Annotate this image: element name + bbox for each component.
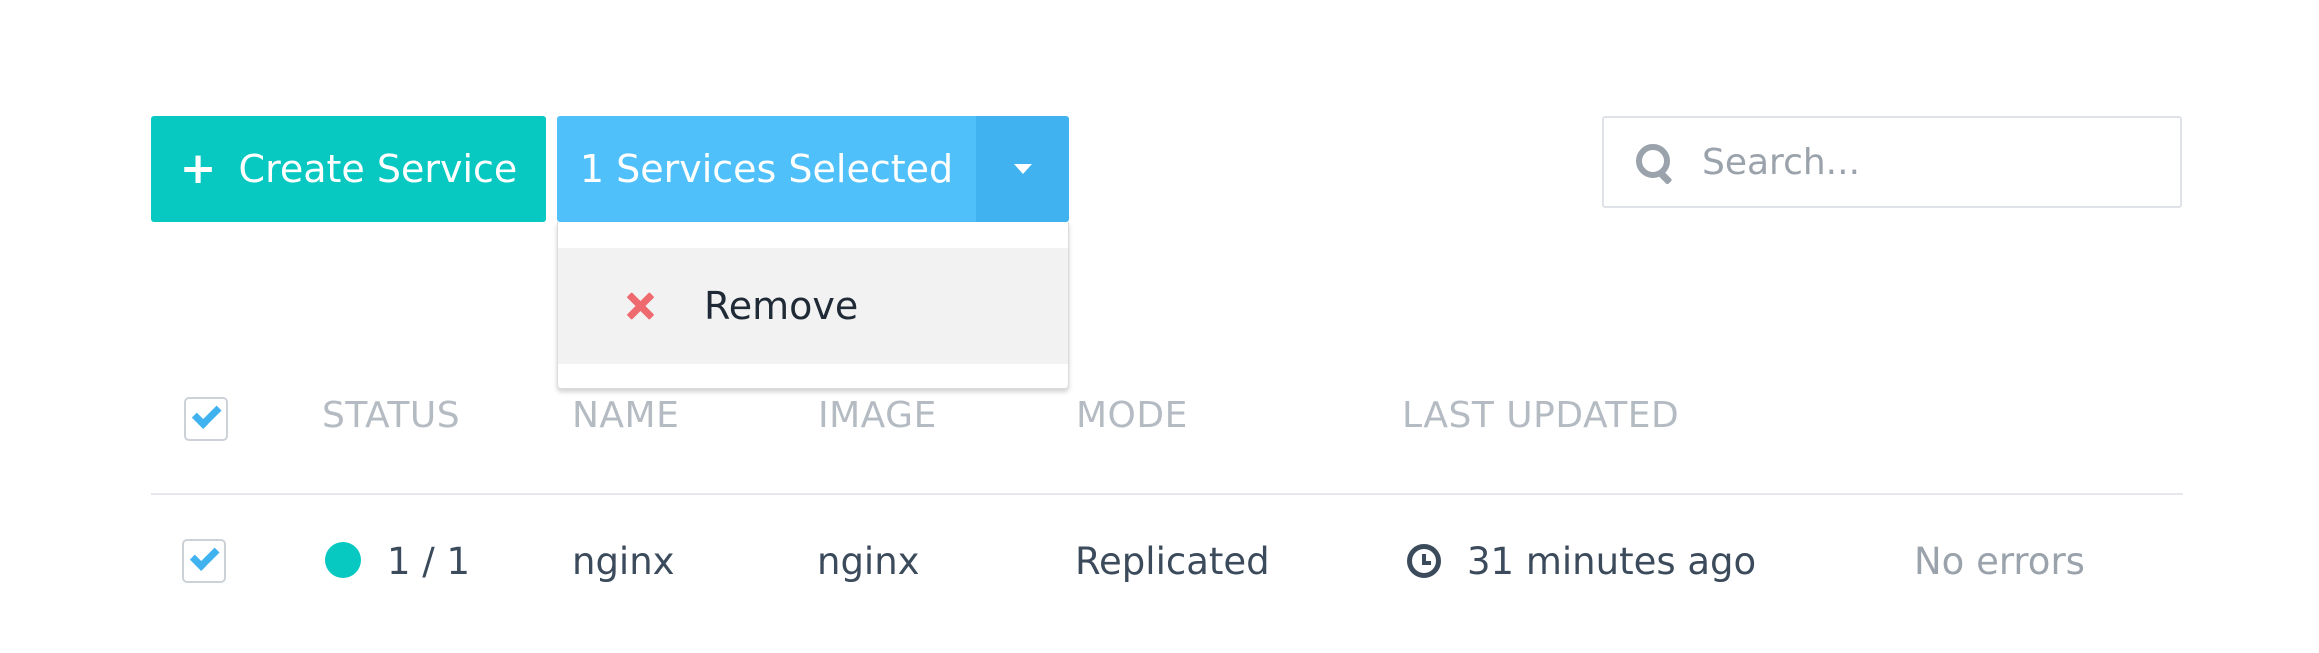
column-header-name[interactable]: NAME [572, 395, 679, 436]
services-selected-button[interactable]: 1 Services Selected [557, 116, 976, 222]
create-service-label: Create Service [238, 147, 518, 191]
search-input[interactable] [1700, 140, 2124, 184]
search-field [1602, 116, 2182, 208]
column-header-image[interactable]: IMAGE [818, 395, 937, 436]
service-image: nginx [817, 540, 920, 583]
selection-split-button: 1 Services Selected [557, 116, 1069, 222]
checkmark-icon [191, 399, 222, 429]
selection-dropdown-toggle[interactable] [976, 116, 1069, 222]
service-name-link[interactable]: nginx [572, 540, 675, 583]
clock-icon [1407, 544, 1441, 578]
row-checkbox[interactable] [182, 539, 226, 583]
chevron-down-icon [1013, 164, 1032, 174]
select-all-checkbox[interactable] [184, 397, 228, 441]
service-mode: Replicated [1075, 540, 1270, 583]
column-header-last-updated[interactable]: LAST UPDATED [1402, 395, 1679, 436]
selection-dropdown-menu: Remove [557, 222, 1069, 389]
search-icon [1634, 142, 1674, 185]
menu-item-remove[interactable]: Remove [558, 248, 1068, 364]
create-service-button[interactable]: + Create Service [151, 116, 546, 222]
menu-item-label: Remove [704, 284, 859, 328]
column-header-status[interactable]: STATUS [322, 395, 460, 436]
checkmark-icon [189, 541, 220, 571]
errors-status: No errors [1914, 540, 2085, 583]
close-icon [626, 292, 654, 320]
plus-icon: + [179, 143, 217, 194]
services-selected-label: 1 Services Selected [579, 147, 954, 191]
table-header-divider [151, 493, 2183, 495]
status-indicator-icon [325, 542, 361, 578]
status-count: 1 / 1 [387, 540, 471, 583]
column-header-mode[interactable]: MODE [1076, 395, 1188, 436]
last-updated-value: 31 minutes ago [1467, 540, 1757, 583]
